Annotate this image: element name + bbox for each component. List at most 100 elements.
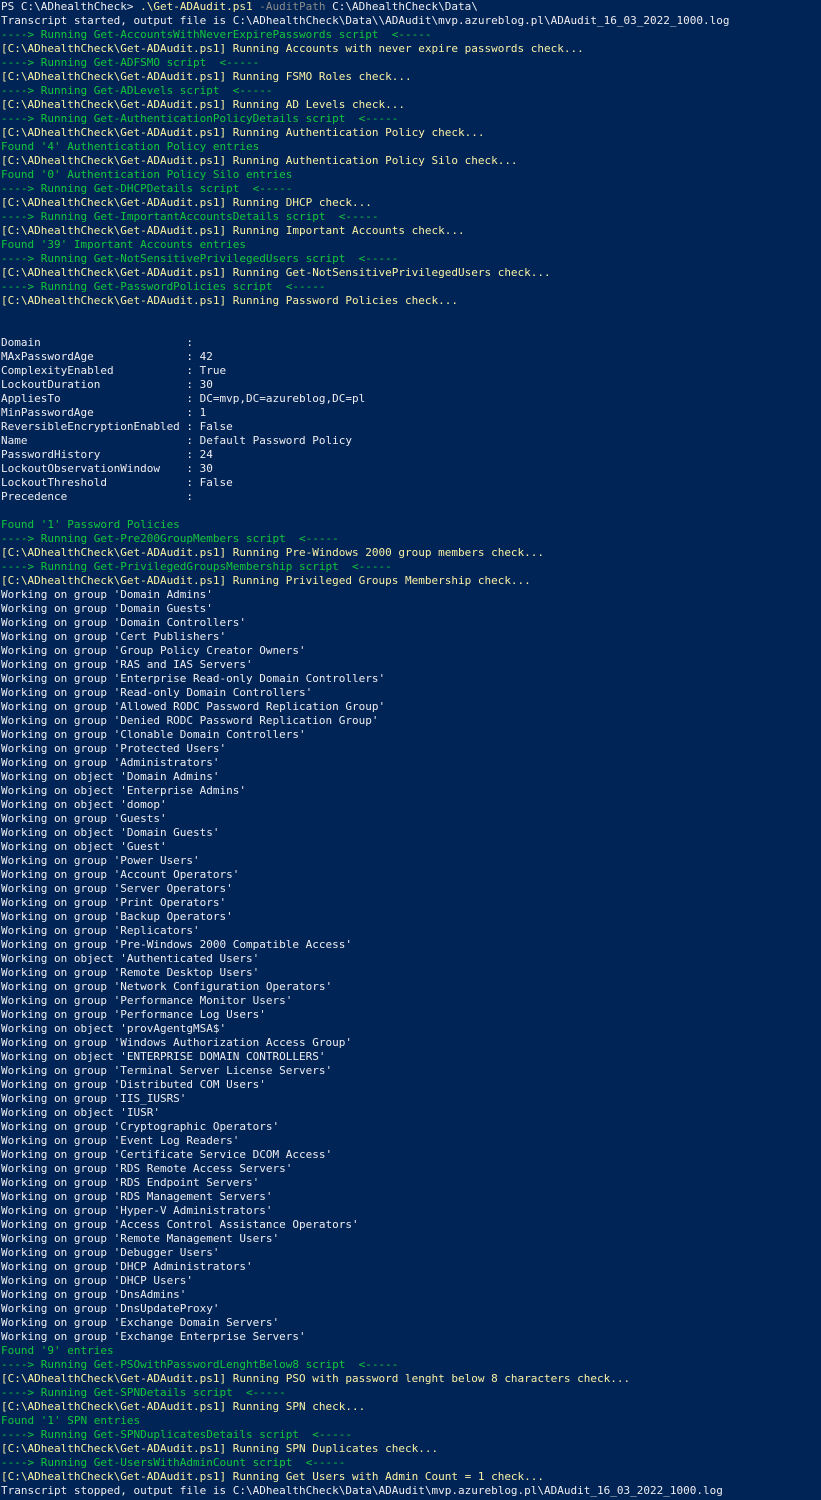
output-line: ----> Running Get-Pre200GroupMembers scr…	[1, 532, 339, 545]
output-line: Working on group 'Domain Admins'	[1, 588, 213, 601]
output-line: Working on group 'Administrators'	[1, 756, 220, 769]
output-line: Precedence :	[1, 490, 194, 503]
output-line: MinPasswordAge : 1	[1, 406, 207, 419]
output-line: Working on group 'Performance Log Users'	[1, 1008, 266, 1021]
output-line: Working on object 'ENTERPRISE DOMAIN CON…	[1, 1050, 326, 1063]
output-line: Working on group 'Cryptographic Operator…	[1, 1120, 280, 1133]
output-line: Transcript stopped, output file is C:\AD…	[1, 1484, 723, 1497]
output-line: Working on object 'Authenticated Users'	[1, 952, 260, 965]
output-line: Working on group 'Remote Management User…	[1, 1232, 280, 1245]
output-line: Working on object 'Domain Admins'	[1, 770, 220, 783]
output-line: Working on group 'Event Log Readers'	[1, 1134, 240, 1147]
output-line: [C:\ADhealthCheck\Get-ADAudit.ps1] Runni…	[1, 224, 465, 237]
output-line: LockoutObservationWindow : 30	[1, 462, 213, 475]
output-line: Working on group 'Protected Users'	[1, 742, 227, 755]
output-line: Working on group 'Power Users'	[1, 854, 200, 867]
output-line: [C:\ADhealthCheck\Get-ADAudit.ps1] Runni…	[1, 98, 405, 111]
output-line: ReversibleEncryptionEnabled : False	[1, 420, 233, 433]
output-line: [C:\ADhealthCheck\Get-ADAudit.ps1] Runni…	[1, 1470, 545, 1483]
output-line: [C:\ADhealthCheck\Get-ADAudit.ps1] Runni…	[1, 1400, 366, 1413]
output-line: Working on object 'IUSR'	[1, 1106, 160, 1119]
output-line: Working on group 'Backup Operators'	[1, 910, 233, 923]
terminal-window[interactable]: PS C:\ADhealthCheck> .\Get-ADAudit.ps1 -…	[0, 0, 821, 1500]
output-line: Found '4' Authentication Policy entries	[1, 140, 260, 153]
output-line: Working on group 'Print Operators'	[1, 896, 227, 909]
output-line: [C:\ADhealthCheck\Get-ADAudit.ps1] Runni…	[1, 546, 545, 559]
output-line: Working on group 'Exchange Enterprise Se…	[1, 1330, 306, 1343]
output-line: ----> Running Get-ADLevels script <-----	[1, 84, 273, 97]
output-line: Working on group 'Domain Controllers'	[1, 616, 247, 629]
output-line: Working on group 'Performance Monitor Us…	[1, 994, 293, 1007]
prompt-line[interactable]: PS C:\ADhealthCheck> .\Get-ADAudit.ps1 -…	[0, 0, 821, 14]
output-line: PasswordHistory : 24	[1, 448, 213, 461]
output-line: Working on group 'Access Control Assista…	[1, 1218, 359, 1231]
output-line: Working on object 'domop'	[1, 798, 167, 811]
output-line: Working on group 'Clonable Domain Contro…	[1, 728, 306, 741]
output-line: Working on group 'Debugger Users'	[1, 1246, 220, 1259]
output-line: Working on group 'Hyper-V Administrators…	[1, 1204, 273, 1217]
output-line: Working on group 'Certificate Service DC…	[1, 1148, 333, 1161]
output-line: ----> Running Get-PrivilegedGroupsMember…	[1, 560, 392, 573]
output-line: Working on group 'Server Operators'	[1, 882, 233, 895]
output-line: ----> Running Get-NotSensitivePrivileged…	[1, 252, 399, 265]
output-line: [C:\ADhealthCheck\Get-ADAudit.ps1] Runni…	[1, 294, 458, 307]
output-line: ----> Running Get-ImportantAccountsDetai…	[1, 210, 379, 223]
output-line: Found '0' Authentication Policy Silo ent…	[1, 168, 293, 181]
output-line: [C:\ADhealthCheck\Get-ADAudit.ps1] Runni…	[1, 126, 485, 139]
output-line: Working on group 'DnsAdmins'	[1, 1288, 187, 1301]
output-line: ----> Running Get-PasswordPolicies scrip…	[1, 280, 326, 293]
output-line: Working on object 'Enterprise Admins'	[1, 784, 247, 797]
output-line: Working on group 'Exchange Domain Server…	[1, 1316, 280, 1329]
output-line: Working on object 'provAgentgMSA$'	[1, 1022, 227, 1035]
output-line: [C:\ADhealthCheck\Get-ADAudit.ps1] Runni…	[1, 1442, 439, 1455]
output-line: MAxPasswordAge : 42	[1, 350, 213, 363]
output-line: Working on group 'Distributed COM Users'	[1, 1078, 266, 1091]
output-line: Working on group 'DHCP Users'	[1, 1274, 194, 1287]
output-line: Working on group 'Terminal Server Licens…	[1, 1064, 333, 1077]
command-text: .\Get-ADAudit.ps1	[140, 0, 253, 13]
output-line: Found '1' Password Policies	[1, 518, 180, 531]
output-line: [C:\ADhealthCheck\Get-ADAudit.ps1] Runni…	[1, 196, 372, 209]
output-line: ----> Running Get-AccountsWithNeverExpir…	[1, 28, 432, 41]
output-line: [C:\ADhealthCheck\Get-ADAudit.ps1] Runni…	[1, 154, 518, 167]
output-line: [C:\ADhealthCheck\Get-ADAudit.ps1] Runni…	[1, 574, 531, 587]
output-line: ----> Running Get-ADFSMO script <-----	[1, 56, 260, 69]
output-line: [C:\ADhealthCheck\Get-ADAudit.ps1] Runni…	[1, 266, 551, 279]
output-line: ----> Running Get-AuthenticationPolicyDe…	[1, 112, 399, 125]
output-line: Domain :	[1, 336, 194, 349]
output-line: Working on group 'RAS and IAS Servers'	[1, 658, 253, 671]
output-line: Working on group 'Group Policy Creator O…	[1, 644, 306, 657]
output-line: Working on group 'RDS Management Servers…	[1, 1190, 273, 1203]
output-line: Working on group 'IIS_IUSRS'	[1, 1092, 187, 1105]
output-line: Found '1' SPN entries	[1, 1414, 141, 1427]
output-line: Transcript started, output file is C:\AD…	[1, 14, 730, 27]
output-line: ----> Running Get-PSOwithPasswordLenghtB…	[1, 1358, 399, 1371]
output-line: Working on group 'Windows Authorization …	[1, 1036, 352, 1049]
output-line: Working on group 'Pre-Windows 2000 Compa…	[1, 938, 352, 951]
output-line: AppliesTo : DC=mvp,DC=azureblog,DC=pl	[1, 392, 366, 405]
output-line: ComplexityEnabled : True	[1, 364, 227, 377]
terminal-output: Transcript started, output file is C:\AD…	[0, 14, 821, 1498]
output-line: Working on group 'RDS Remote Access Serv…	[1, 1162, 293, 1175]
output-line: Working on group 'DnsUpdateProxy'	[1, 1302, 220, 1315]
output-line: [C:\ADhealthCheck\Get-ADAudit.ps1] Runni…	[1, 42, 584, 55]
prompt-text: PS C:\ADhealthCheck>	[1, 0, 141, 13]
output-line: Working on group 'DHCP Administrators'	[1, 1260, 253, 1273]
output-line: LockoutDuration : 30	[1, 378, 213, 391]
output-line: Working on group 'Allowed RODC Password …	[1, 700, 386, 713]
output-line: ----> Running Get-DHCPDetails script <--…	[1, 182, 293, 195]
output-line: Working on group 'Read-only Domain Contr…	[1, 686, 313, 699]
output-line: [C:\ADhealthCheck\Get-ADAudit.ps1] Runni…	[1, 70, 412, 83]
command-arg: C:\ADhealthCheck\Data\	[325, 0, 478, 13]
output-line: Working on object 'Guest'	[1, 840, 167, 853]
output-line: Working on group 'Network Configuration …	[1, 980, 333, 993]
output-line: Working on group 'Denied RODC Password R…	[1, 714, 379, 727]
output-line: Working on group 'Replicators'	[1, 924, 200, 937]
output-line: ----> Running Get-UsersWithAdminCount sc…	[1, 1456, 346, 1469]
output-line: ----> Running Get-SPNDetails script <---…	[1, 1386, 286, 1399]
output-line: Working on group 'Domain Guests'	[1, 602, 213, 615]
output-line: ----> Running Get-SPNDuplicatesDetails s…	[1, 1428, 352, 1441]
output-line: Working on group 'Guests'	[1, 812, 167, 825]
